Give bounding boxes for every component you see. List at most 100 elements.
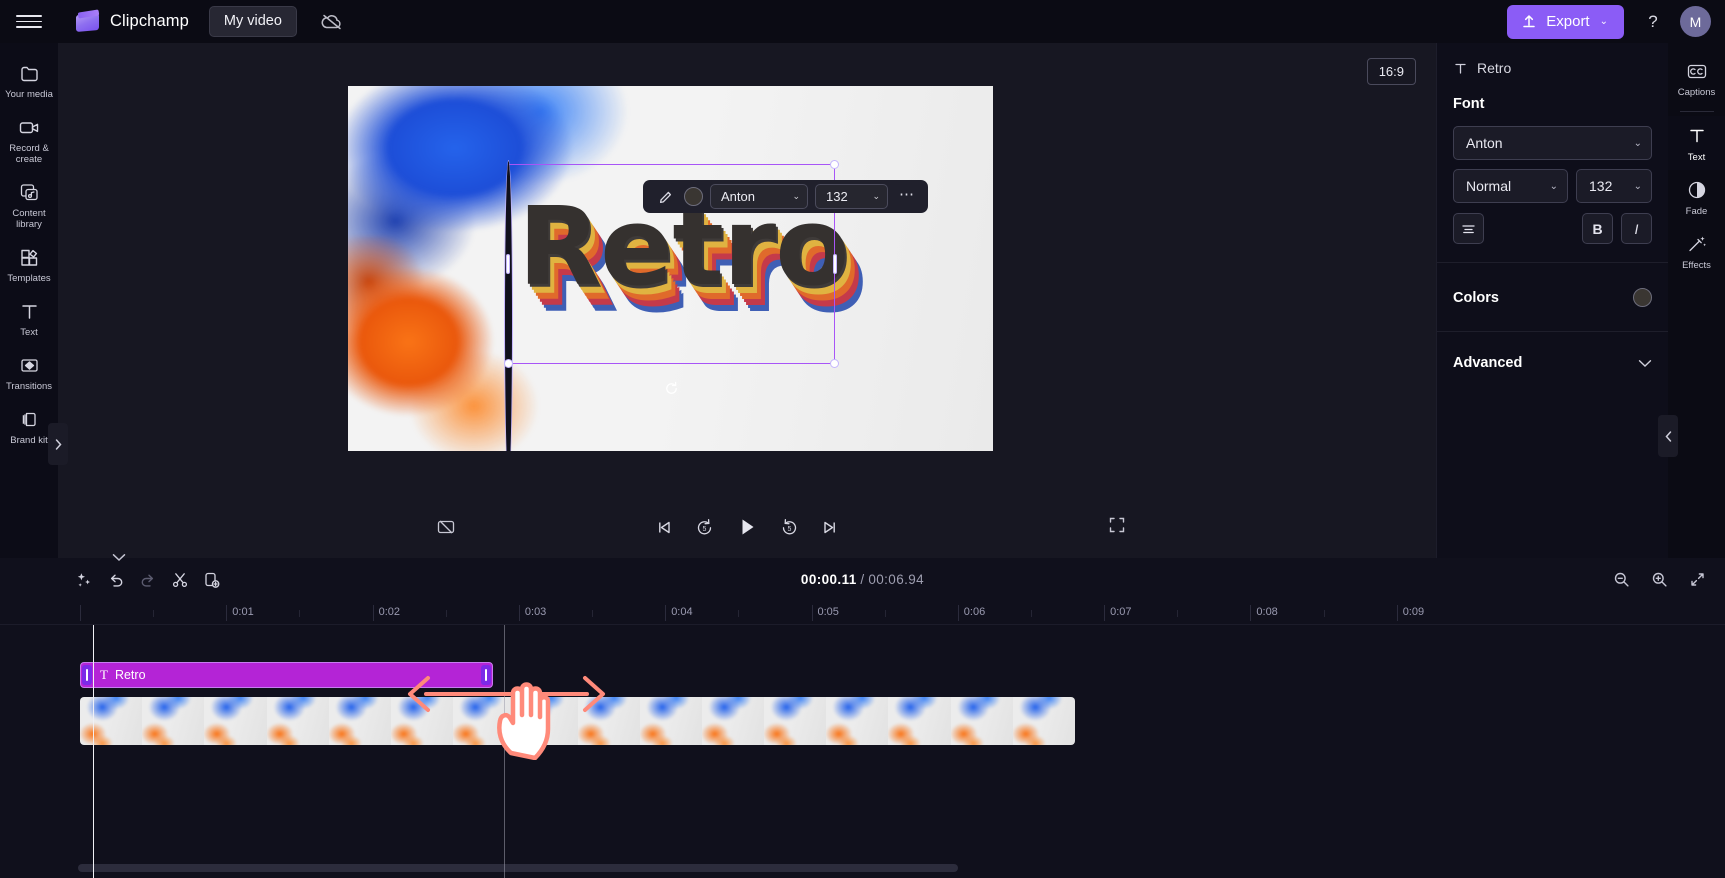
- sidebar-item-text[interactable]: Text: [0, 291, 58, 345]
- project-name-tab[interactable]: My video: [208, 6, 297, 37]
- chevron-down-icon: ⌄: [1549, 180, 1558, 192]
- timeline: 00:00.11 / 00:06.94 0:01 0:02 0:03 0:04 0:05…: [0, 553, 1725, 878]
- timeline-scrollbar[interactable]: [78, 864, 958, 872]
- left-sidebar: Your media Record & create Content libra…: [0, 43, 68, 558]
- align-center-icon[interactable]: [1453, 213, 1484, 244]
- trim-handle-right[interactable]: [481, 665, 491, 685]
- sidebar-item-your-media[interactable]: Your media: [0, 53, 58, 107]
- auto-compose-button[interactable]: [68, 565, 100, 595]
- skip-to-start-icon[interactable]: [656, 519, 673, 536]
- video-thumbnail-frame: [328, 697, 391, 745]
- sidebar-item-templates[interactable]: Templates: [0, 237, 58, 291]
- resize-handle-bottom-left[interactable]: [504, 359, 513, 368]
- font-size-dropdown[interactable]: 132 ⌄: [815, 184, 888, 209]
- playhead[interactable]: [93, 625, 94, 878]
- svg-text:5: 5: [788, 526, 792, 533]
- fit-to-screen-icon[interactable]: [1685, 568, 1709, 592]
- captions-off-icon[interactable]: [436, 517, 456, 537]
- font-family-dropdown[interactable]: Anton ⌄: [710, 184, 808, 209]
- video-thumbnail-frame: [577, 697, 640, 745]
- video-camera-icon: [18, 116, 41, 138]
- chevron-down-icon: ⌄: [1633, 180, 1642, 192]
- video-thumbnail-frame: [950, 697, 1013, 745]
- avatar[interactable]: M: [1680, 6, 1711, 37]
- font-section-title: Font: [1453, 96, 1485, 112]
- ellipsis-icon[interactable]: ⋯: [895, 185, 920, 208]
- advanced-section[interactable]: Advanced: [1437, 332, 1668, 394]
- font-size-select[interactable]: 132 ⌄: [1576, 169, 1652, 203]
- media-folder-icon: [19, 62, 40, 84]
- text-color-swatch[interactable]: [1633, 288, 1652, 307]
- resize-handle-bottom-right[interactable]: [830, 359, 839, 368]
- ruler-minor-tick: [1177, 610, 1179, 617]
- sidebar-collapse-button[interactable]: [48, 423, 68, 465]
- cloud-off-icon[interactable]: [319, 9, 345, 35]
- rrail-item-effects[interactable]: Effects: [1668, 224, 1725, 278]
- rrail-item-fade[interactable]: Fade: [1668, 170, 1725, 224]
- timeline-zoom-controls: [1609, 568, 1709, 592]
- timeline-ruler[interactable]: 0:01 0:02 0:03 0:04 0:05 0:06 0:07 0:08 0:09: [0, 601, 1725, 625]
- font-size-value: 132: [826, 189, 848, 204]
- hamburger-icon[interactable]: [16, 9, 42, 35]
- play-button[interactable]: [736, 516, 758, 538]
- ruler-label: 0:02: [378, 606, 401, 618]
- pencil-icon[interactable]: [651, 184, 681, 210]
- font-family-value: Anton: [1466, 135, 1503, 151]
- clipchamp-editor: Clipchamp My video Export ⌄ ? M Your med…: [0, 0, 1725, 878]
- text-color-swatch[interactable]: [684, 187, 703, 206]
- rewind-5-icon[interactable]: 5: [695, 518, 714, 537]
- skip-to-end-icon[interactable]: [821, 519, 838, 536]
- sidebar-item-transitions[interactable]: Transitions: [0, 345, 58, 399]
- divider: [1679, 111, 1714, 112]
- rrail-item-captions[interactable]: Captions: [1668, 51, 1725, 105]
- video-thumbnail-frame: [764, 697, 827, 745]
- chevron-down-icon: ⌄: [1633, 137, 1642, 149]
- editor-body: Your media Record & create Content libra…: [0, 43, 1725, 558]
- rrail-item-label: Captions: [1677, 87, 1716, 98]
- chevron-right-icon: [55, 438, 62, 450]
- fullscreen-icon[interactable]: [1108, 516, 1126, 539]
- sidebar-item-content-library[interactable]: Content library: [0, 172, 58, 237]
- zoom-out-icon[interactable]: [1609, 568, 1633, 592]
- video-clip[interactable]: [80, 697, 1075, 745]
- bold-label: B: [1592, 220, 1603, 237]
- resize-handle-right[interactable]: [833, 254, 837, 274]
- video-thumbnail-frame: [1012, 697, 1075, 745]
- ruler-minor-tick: [592, 610, 594, 617]
- text-t-icon: T: [100, 667, 108, 682]
- sidebar-item-record-create[interactable]: Record & create: [0, 107, 58, 172]
- video-preview[interactable]: Retro: [348, 86, 993, 451]
- redo-button[interactable]: [132, 565, 164, 595]
- ruler-minor-tick: [1030, 610, 1032, 617]
- sidebar-item-label: Transitions: [5, 381, 53, 392]
- font-style-select[interactable]: Normal ⌄: [1453, 169, 1568, 203]
- text-clip[interactable]: T Retro: [80, 662, 493, 688]
- right-sidebar-collapse-button[interactable]: [1658, 415, 1678, 457]
- timeline-tracks: T Retro: [0, 625, 1725, 878]
- split-button[interactable]: [164, 565, 196, 595]
- ruler-minor-tick: [445, 610, 447, 617]
- rotate-handle-icon[interactable]: [663, 379, 681, 397]
- ruler-label: 0:08: [1256, 606, 1278, 618]
- forward-5-icon[interactable]: 5: [780, 518, 799, 537]
- font-family-value: Anton: [721, 189, 755, 204]
- upload-icon: [1523, 15, 1535, 28]
- duplicate-button[interactable]: [196, 565, 228, 595]
- rrail-item-text[interactable]: Text: [1668, 116, 1725, 170]
- aspect-ratio-button[interactable]: 16:9: [1366, 58, 1416, 85]
- resize-handle-top-right[interactable]: [830, 160, 839, 169]
- font-family-select[interactable]: Anton ⌄: [1453, 126, 1652, 160]
- resize-handle-left[interactable]: [506, 254, 510, 274]
- resize-handle-top-left[interactable]: [504, 160, 513, 451]
- italic-button[interactable]: I: [1621, 213, 1652, 244]
- help-button[interactable]: ?: [1638, 7, 1668, 37]
- rrail-item-label: Effects: [1682, 260, 1711, 271]
- trim-handle-left[interactable]: [82, 665, 92, 685]
- video-thumbnail-frame: [888, 697, 951, 745]
- zoom-in-icon[interactable]: [1647, 568, 1671, 592]
- export-button[interactable]: Export ⌄: [1507, 4, 1624, 39]
- text-t-icon: [1455, 63, 1466, 74]
- undo-button[interactable]: [100, 565, 132, 595]
- bold-button[interactable]: B: [1582, 213, 1613, 244]
- video-thumbnail-frame: [390, 697, 454, 745]
